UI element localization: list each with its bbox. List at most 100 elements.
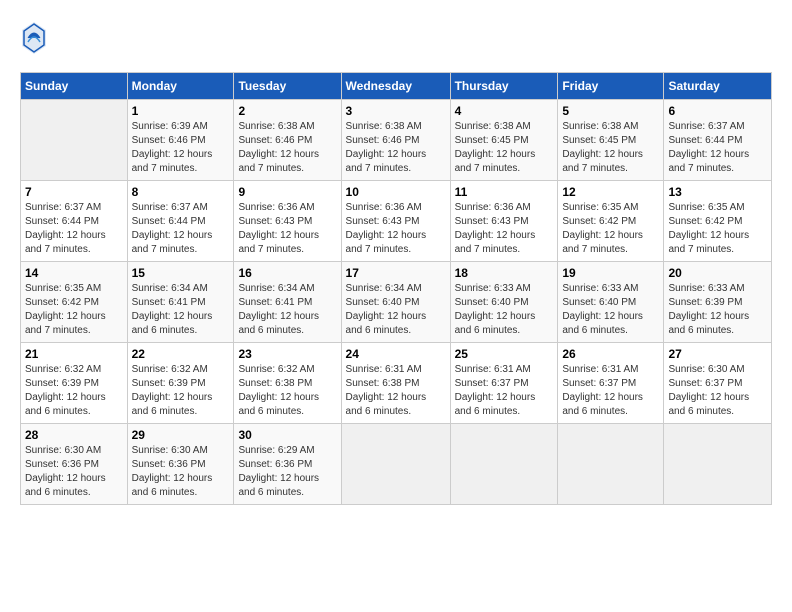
calendar-cell — [450, 424, 558, 505]
sunrise-text: Sunrise: 6:38 AM — [562, 121, 638, 132]
day-info: Sunrise: 6:31 AM Sunset: 6:38 PM Daylight:… — [346, 363, 446, 419]
day-info: Sunrise: 6:36 AMSunset: 6:43 PMDaylight:… — [455, 201, 554, 257]
calendar-cell: 30Sunrise: 6:29 AMSunset: 6:36 PMDayligh… — [234, 424, 341, 505]
calendar-cell: 10Sunrise: 6:36 AMSunset: 6:43 PMDayligh… — [341, 181, 450, 262]
sunset-text: Sunset: 6:39 PM — [132, 378, 206, 389]
sunrise-text: Sunrise: 6:38 AM — [238, 121, 314, 132]
sunset-text: Sunset: 6:37 PM — [562, 378, 636, 389]
day-number: 22 — [132, 347, 230, 361]
sunset-text: Sunset: 6:39 PM — [25, 378, 99, 389]
calendar-cell: 27Sunrise: 6:30 AMSunset: 6:37 PMDayligh… — [664, 343, 772, 424]
sunrise-text: Sunrise: 6:35 AM — [668, 202, 744, 213]
calendar-cell: 22 Sunrise: 6:32 AMSunset: 6:39 PMDayligh… — [127, 343, 234, 424]
day-number: 16 — [238, 266, 336, 280]
daylight-text: Daylight: 12 hours and 7 minutes. — [132, 149, 213, 174]
day-number: 28 — [25, 428, 123, 442]
daylight-text: Daylight: 12 hours and 6 minutes. — [668, 392, 749, 417]
column-header-monday: Monday — [127, 73, 234, 100]
logo-icon — [20, 20, 48, 56]
calendar-week-row: 21Sunrise: 6:32 AMSunset: 6:39 PMDayligh… — [21, 343, 772, 424]
day-info: Sunrise: 6:36 AMSunset: 6:43 PMDaylight:… — [346, 201, 446, 257]
calendar-week-row: 28 Sunrise: 6:30 AM Sunset: 6:36 PM Dayligh… — [21, 424, 772, 505]
daylight-text: Daylight: 12 hours and 6 minutes. — [346, 392, 427, 417]
daylight-text: Daylight: 12 hours and 6 minutes. — [132, 473, 213, 498]
daylight-text: Daylight: 12 hours and 7 minutes. — [455, 149, 536, 174]
daylight-text: Daylight: 12 hours and 7 minutes. — [668, 149, 749, 174]
sunset-text: Sunset: 6:46 PM — [238, 135, 312, 146]
calendar-cell: 9Sunrise: 6:36 AMSunset: 6:43 PMDaylight… — [234, 181, 341, 262]
sunset-text: Sunset: 6:46 PM — [346, 135, 420, 146]
daylight-text: Daylight: 12 hours and 7 minutes. — [238, 149, 319, 174]
calendar-cell — [558, 424, 664, 505]
sunrise-text: Sunrise: 6:37 AM — [25, 202, 101, 213]
day-info: Sunrise: 6:34 AMSunset: 6:40 PMDaylight:… — [346, 282, 446, 338]
sunset-text: Sunset: 6:36 PM — [238, 459, 312, 470]
logo — [20, 20, 52, 56]
calendar-cell: 21Sunrise: 6:32 AMSunset: 6:39 PMDayligh… — [21, 343, 128, 424]
calendar-cell: 8Sunrise: 6:37 AMSunset: 6:44 PMDaylight… — [127, 181, 234, 262]
daylight-text: Daylight: 12 hours and 7 minutes. — [132, 230, 213, 255]
column-header-wednesday: Wednesday — [341, 73, 450, 100]
day-info: Sunrise: 6:38 AMSunset: 6:45 PMDaylight:… — [455, 120, 554, 176]
daylight-text: Daylight: 12 hours and 6 minutes. — [238, 473, 319, 498]
calendar-cell — [21, 100, 128, 181]
sunrise-text: Sunrise: 6:33 AM — [562, 283, 638, 294]
sunrise-text: Sunrise: 6:35 AM — [562, 202, 638, 213]
day-number: 4 — [455, 104, 554, 118]
calendar-table: SundayMondayTuesdayWednesdayThursdayFrid… — [20, 72, 772, 505]
day-info: Sunrise: 6:37 AMSunset: 6:44 PMDaylight:… — [132, 201, 230, 257]
day-number: 13 — [668, 185, 767, 199]
sunrise-text: Sunrise: 6:33 AM — [668, 283, 744, 294]
day-number: 11 — [455, 185, 554, 199]
calendar-week-row: 7Sunrise: 6:37 AMSunset: 6:44 PMDaylight… — [21, 181, 772, 262]
day-info: Sunrise: 6:34 AMSunset: 6:41 PMDaylight:… — [132, 282, 230, 338]
calendar-cell: 6Sunrise: 6:37 AMSunset: 6:44 PMDaylight… — [664, 100, 772, 181]
sunrise-text: Sunrise: 6:34 AM — [238, 283, 314, 294]
day-number: 1 — [132, 104, 230, 118]
day-info: Sunrise: 6:38 AM Sunset: 6:46 PM Daylight:… — [238, 120, 336, 176]
sunrise-text: Sunrise: 6:36 AM — [346, 202, 422, 213]
calendar-cell: 13 Sunrise: 6:35 AMSunset: 6:42 PMDayligh… — [664, 181, 772, 262]
sunrise-text: Sunrise: 6:30 AM — [668, 364, 744, 375]
sunset-text: Sunset: 6:42 PM — [25, 297, 99, 308]
sunrise-text: Sunrise: 6:36 AM — [455, 202, 531, 213]
sunrise-text: Sunrise: 6:29 AM — [238, 445, 314, 456]
daylight-text: Daylight: 12 hours and 6 minutes. — [346, 311, 427, 336]
calendar-cell: 18Sunrise: 6:33 AMSunset: 6:40 PMDayligh… — [450, 262, 558, 343]
day-number: 17 — [346, 266, 446, 280]
day-number: 10 — [346, 185, 446, 199]
day-number: 26 — [562, 347, 659, 361]
day-info: Sunrise: 6:32 AMSunset: 6:38 PMDaylight:… — [238, 363, 336, 419]
day-info: Sunrise: 6:36 AMSunset: 6:43 PMDaylight:… — [238, 201, 336, 257]
calendar-cell: 29Sunrise: 6:30 AMSunset: 6:36 PMDayligh… — [127, 424, 234, 505]
sunrise-text: Sunrise: 6:39 AM — [132, 121, 208, 132]
sunset-text: Sunset: 6:39 PM — [668, 297, 742, 308]
sunrise-text: Sunrise: 6:31 AM — [455, 364, 531, 375]
sunset-text: Sunset: 6:43 PM — [346, 216, 420, 227]
sunset-text: Sunset: 6:37 PM — [455, 378, 529, 389]
day-number: 3 — [346, 104, 446, 118]
day-number: 23 — [238, 347, 336, 361]
calendar-cell: 4 Sunrise: 6:38 AMSunset: 6:45 PMDaylight… — [450, 100, 558, 181]
day-number: 27 — [668, 347, 767, 361]
calendar-cell — [341, 424, 450, 505]
page-header — [20, 20, 772, 56]
calendar-cell: 11 Sunrise: 6:36 AMSunset: 6:43 PMDayligh… — [450, 181, 558, 262]
day-number: 5 — [562, 104, 659, 118]
sunset-text: Sunset: 6:45 PM — [562, 135, 636, 146]
daylight-text: Daylight: 12 hours and 7 minutes. — [562, 230, 643, 255]
day-info: Sunrise: 6:32 AMSunset: 6:39 PMDaylight:… — [25, 363, 123, 419]
day-info: Sunrise: 6:29 AM Sunset: 6:36 PM Daylight:… — [238, 444, 336, 500]
sunset-text: Sunset: 6:38 PM — [346, 378, 420, 389]
day-info: Sunrise: 6:35 AMSunset: 6:42 PMDaylight:… — [668, 201, 767, 257]
sunrise-text: Sunrise: 6:30 AM — [25, 445, 101, 456]
sunset-text: Sunset: 6:41 PM — [132, 297, 206, 308]
sunset-text: Sunset: 6:44 PM — [25, 216, 99, 227]
calendar-cell: 26Sunrise: 6:31 AMSunset: 6:37 PMDayligh… — [558, 343, 664, 424]
daylight-text: Daylight: 12 hours and 7 minutes. — [238, 230, 319, 255]
day-info: Sunrise: 6:32 AMSunset: 6:39 PMDaylight:… — [132, 363, 230, 419]
daylight-text: Daylight: 12 hours and 6 minutes. — [668, 311, 749, 336]
sunrise-text: Sunrise: 6:31 AM — [346, 364, 422, 375]
sunrise-text: Sunrise: 6:31 AM — [562, 364, 638, 375]
day-number: 24 — [346, 347, 446, 361]
